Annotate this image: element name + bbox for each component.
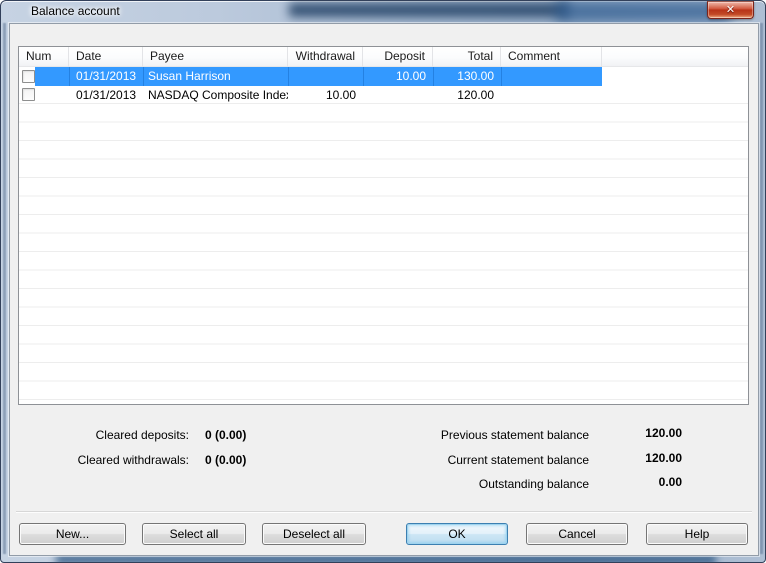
cell-comment — [501, 67, 602, 86]
cleared-deposits-label: Cleared deposits: — [95, 428, 189, 442]
table-header: Num Date Payee Withdrawal Deposit Total … — [19, 47, 748, 67]
cell-comment — [501, 86, 602, 105]
cell-payee: NASDAQ Composite Index — [148, 87, 288, 102]
transactions-table: Num Date Payee Withdrawal Deposit Total … — [18, 46, 749, 405]
cleared-withdrawals-value: 0 (0.00) — [205, 453, 247, 467]
column-header-date[interactable]: Date — [69, 47, 143, 67]
new-button[interactable]: New... — [19, 523, 126, 545]
ok-button[interactable]: OK — [406, 523, 508, 545]
cell-payee: Susan Harrison — [148, 69, 231, 83]
row-checkbox[interactable] — [22, 69, 35, 83]
previous-statement-balance-value: 120.00 — [645, 426, 682, 440]
column-header-filler — [602, 47, 748, 67]
cleared-withdrawals-label: Cleared withdrawals: — [77, 453, 189, 467]
column-header-comment[interactable]: Comment — [501, 47, 602, 67]
title-bar[interactable]: Balance account ✕ — [1, 1, 765, 23]
table-row-selected[interactable]: 01/31/2013 Susan Harrison 10.00 130.00 — [19, 67, 748, 86]
column-header-num[interactable]: Num — [19, 47, 69, 67]
close-icon: ✕ — [725, 4, 736, 16]
column-header-withdrawal[interactable]: Withdrawal — [288, 47, 363, 67]
cell-total: 120.00 — [457, 87, 494, 102]
row-checkbox[interactable] — [22, 88, 35, 101]
cell-deposit: 10.00 — [395, 69, 426, 83]
table-empty-area — [19, 104, 748, 404]
outstanding-balance-value: 0.00 — [658, 475, 682, 489]
cleared-deposits-value: 0 (0.00) — [205, 428, 247, 442]
select-all-button[interactable]: Select all — [142, 523, 246, 545]
glass-blur-decoration — [56, 555, 716, 562]
button-area-separator — [16, 511, 752, 513]
cell-total: 130.00 — [457, 69, 494, 83]
glass-edge-right — [760, 23, 763, 554]
cell-date: 01/31/2013 — [76, 87, 137, 102]
help-button[interactable]: Help — [646, 523, 748, 545]
close-button[interactable]: ✕ — [707, 1, 754, 19]
column-header-total[interactable]: Total — [433, 47, 501, 67]
column-header-deposit[interactable]: Deposit — [363, 47, 433, 67]
dialog-client-area: Num Date Payee Withdrawal Deposit Total … — [9, 23, 759, 556]
cancel-button[interactable]: Cancel — [526, 523, 628, 545]
deselect-all-button[interactable]: Deselect all — [262, 523, 366, 545]
cell-date: 01/31/2013 — [76, 69, 137, 83]
glass-edge-left — [3, 23, 6, 554]
cell-withdrawal — [288, 67, 363, 86]
cell-deposit — [363, 86, 433, 105]
cell-withdrawal: 10.00 — [325, 87, 356, 102]
current-statement-balance-value: 120.00 — [645, 451, 682, 465]
column-header-payee[interactable]: Payee — [143, 47, 288, 67]
table-row[interactable]: 01/31/2013 NASDAQ Composite Index 10.00 … — [19, 85, 748, 105]
dialog-window: Balance account ✕ Num Date Payee Withdra… — [0, 0, 766, 563]
window-title: Balance account — [31, 4, 120, 18]
